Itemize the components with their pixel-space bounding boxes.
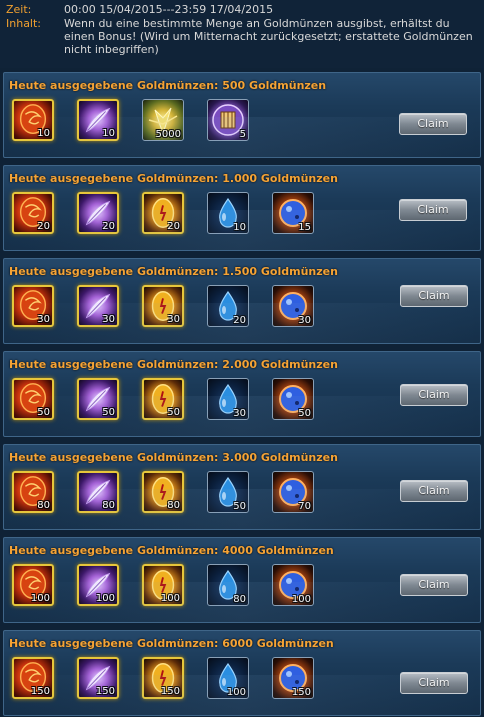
content-row: Inhalt: xyxy=(6,17,64,30)
reward-item-slot[interactable]: 20 xyxy=(77,192,119,234)
reward-item-slot[interactable]: 150 xyxy=(77,657,119,699)
event-header: Zeit: 00:00 15/04/2015---23:59 17/04/2015… xyxy=(0,0,484,68)
item-count: 5000 xyxy=(155,129,181,140)
reward-item-slot[interactable]: 100 xyxy=(77,564,119,606)
tier-title: Heute ausgegebene Goldmünzen: 1.500 Gold… xyxy=(9,265,338,278)
reward-item-slot[interactable]: 50 xyxy=(77,378,119,420)
item-count: 10 xyxy=(233,222,246,233)
time-label: Zeit: xyxy=(6,3,32,16)
reward-tier: Heute ausgegebene Goldmünzen: 3.000 Gold… xyxy=(3,444,481,530)
reward-item-slot[interactable]: 100 xyxy=(142,564,184,606)
item-count: 10 xyxy=(102,128,115,139)
tier-title: Heute ausgegebene Goldmünzen: 6000 Goldm… xyxy=(9,637,334,650)
item-count: 150 xyxy=(291,687,311,698)
tier-title: Heute ausgegebene Goldmünzen: 1.000 Gold… xyxy=(9,172,338,185)
item-count: 50 xyxy=(167,407,180,418)
item-count: 10 xyxy=(37,128,50,139)
item-count: 5 xyxy=(239,129,246,140)
reward-item-slot[interactable]: 20 xyxy=(12,192,54,234)
item-count: 80 xyxy=(102,500,115,511)
reward-item-slot[interactable]: 80 xyxy=(12,471,54,513)
item-count: 70 xyxy=(298,501,311,512)
item-count: 100 xyxy=(226,687,246,698)
item-count: 30 xyxy=(102,314,115,325)
reward-item-slot[interactable]: 100 xyxy=(272,564,314,606)
reward-item-slot[interactable]: 10 xyxy=(12,99,54,141)
item-count: 30 xyxy=(37,314,50,325)
item-count: 100 xyxy=(291,594,311,605)
item-count: 20 xyxy=(233,315,246,326)
content-description: Wenn du eine bestimmte Menge an Goldmünz… xyxy=(64,17,473,56)
reward-tier: Heute ausgegebene Goldmünzen: 500 Goldmü… xyxy=(3,72,481,158)
reward-item-slot[interactable]: 30 xyxy=(77,285,119,327)
item-count: 20 xyxy=(37,221,50,232)
item-count: 100 xyxy=(160,593,180,604)
reward-item-slot[interactable]: 80 xyxy=(77,471,119,513)
item-count: 50 xyxy=(102,407,115,418)
reward-item-slot[interactable]: 5 xyxy=(207,99,249,141)
reward-item-slot[interactable]: 30 xyxy=(12,285,54,327)
tier-title: Heute ausgegebene Goldmünzen: 3.000 Gold… xyxy=(9,451,338,464)
reward-item-slot[interactable]: 20 xyxy=(142,192,184,234)
claim-button[interactable]: Claim xyxy=(399,199,467,221)
reward-item-slot[interactable]: 10 xyxy=(207,192,249,234)
reward-item-slot[interactable]: 50 xyxy=(207,471,249,513)
reward-item-slot[interactable]: 15 xyxy=(272,192,314,234)
reward-item-slot[interactable]: 30 xyxy=(142,285,184,327)
claim-button[interactable]: Claim xyxy=(400,480,468,502)
item-count: 30 xyxy=(233,408,246,419)
tier-title: Heute ausgegebene Goldmünzen: 500 Goldmü… xyxy=(9,79,327,92)
reward-item-slot[interactable]: 20 xyxy=(207,285,249,327)
reward-item-slot[interactable]: 5000 xyxy=(142,99,184,141)
time-value: 00:00 15/04/2015---23:59 17/04/2015 xyxy=(64,3,274,16)
item-count: 150 xyxy=(95,686,115,697)
reward-item-slot[interactable]: 50 xyxy=(142,378,184,420)
item-count: 20 xyxy=(102,221,115,232)
reward-item-slot[interactable]: 30 xyxy=(272,285,314,327)
reward-item-slot[interactable]: 80 xyxy=(207,564,249,606)
item-count: 50 xyxy=(37,407,50,418)
reward-tier: Heute ausgegebene Goldmünzen: 1.500 Gold… xyxy=(3,258,481,344)
claim-button[interactable]: Claim xyxy=(400,285,468,307)
item-count: 20 xyxy=(167,221,180,232)
claim-button[interactable]: Claim xyxy=(400,672,468,694)
item-count: 80 xyxy=(37,500,50,511)
tier-title: Heute ausgegebene Goldmünzen: 2.000 Gold… xyxy=(9,358,338,371)
reward-item-slot[interactable]: 80 xyxy=(142,471,184,513)
item-count: 50 xyxy=(298,408,311,419)
claim-button[interactable]: Claim xyxy=(400,574,468,596)
reward-tier: Heute ausgegebene Goldmünzen: 4000 Goldm… xyxy=(3,537,481,623)
reward-item-slot[interactable]: 30 xyxy=(207,378,249,420)
item-count: 50 xyxy=(233,501,246,512)
item-count: 100 xyxy=(30,593,50,604)
reward-tier: Heute ausgegebene Goldmünzen: 6000 Goldm… xyxy=(3,630,481,716)
item-count: 30 xyxy=(167,314,180,325)
reward-item-slot[interactable]: 50 xyxy=(272,378,314,420)
item-count: 150 xyxy=(30,686,50,697)
reward-tier: Heute ausgegebene Goldmünzen: 2.000 Gold… xyxy=(3,351,481,437)
reward-item-slot[interactable]: 70 xyxy=(272,471,314,513)
item-count: 80 xyxy=(233,594,246,605)
reward-item-slot[interactable]: 150 xyxy=(12,657,54,699)
claim-button[interactable]: Claim xyxy=(399,113,467,135)
reward-item-slot[interactable]: 100 xyxy=(207,657,249,699)
item-count: 150 xyxy=(160,686,180,697)
item-count: 15 xyxy=(298,222,311,233)
content-label: Inhalt: xyxy=(6,17,42,30)
reward-item-slot[interactable]: 50 xyxy=(12,378,54,420)
claim-button[interactable]: Claim xyxy=(400,384,468,406)
tier-title: Heute ausgegebene Goldmünzen: 4000 Goldm… xyxy=(9,544,334,557)
reward-item-slot[interactable]: 150 xyxy=(142,657,184,699)
item-count: 100 xyxy=(95,593,115,604)
reward-item-slot[interactable]: 100 xyxy=(12,564,54,606)
time-row: Zeit: 00:00 15/04/2015---23:59 17/04/2015 xyxy=(6,3,273,16)
reward-item-slot[interactable]: 150 xyxy=(272,657,314,699)
reward-item-slot[interactable]: 10 xyxy=(77,99,119,141)
item-count: 80 xyxy=(167,500,180,511)
reward-tier: Heute ausgegebene Goldmünzen: 1.000 Gold… xyxy=(3,165,481,251)
item-count: 30 xyxy=(298,315,311,326)
